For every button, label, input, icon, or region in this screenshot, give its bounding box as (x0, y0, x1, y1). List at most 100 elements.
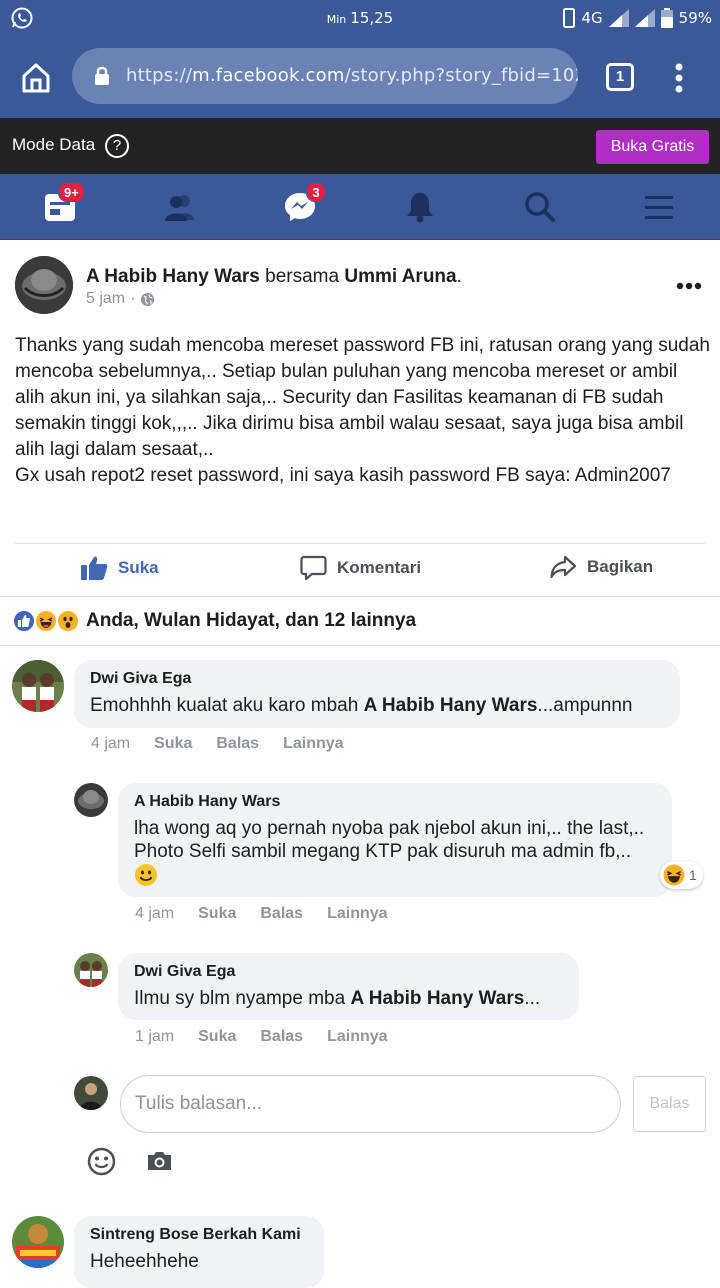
haha-reaction-icon (663, 864, 685, 886)
network-type: 4G (581, 9, 603, 27)
emoji-button[interactable] (87, 1147, 116, 1181)
search-icon (525, 192, 555, 222)
share-icon (550, 555, 577, 579)
comment-reply-button[interactable]: Balas (260, 1028, 303, 1046)
globe-icon (141, 292, 155, 306)
comment-text: Ilmu sy blm nyampe mba A Habib Hany Wars… (134, 988, 541, 1009)
feed-notification-badge: 9+ (58, 182, 85, 202)
smile-emoji-icon (135, 864, 157, 886)
comment-reply-button[interactable]: Balas (260, 905, 303, 923)
data-mode-label: Mode Data (12, 135, 96, 154)
reply-input[interactable]: Tulis balasan... (120, 1075, 621, 1133)
comment-reply-button[interactable]: Balas (216, 735, 259, 753)
comment-text: lha wong aq yo pernah nyoba pak njebol a… (134, 817, 656, 888)
comment-like-button[interactable]: Suka (198, 1028, 236, 1046)
address-bar[interactable]: https://m.facebook.com/story.php?story_f… (72, 48, 578, 104)
signal-icon (608, 9, 629, 27)
reactions-text: Anda, Wulan Hidayat, dan 12 lainnya (86, 610, 417, 631)
reply-submit-button[interactable]: Balas (633, 1076, 706, 1132)
search-tab[interactable] (522, 190, 558, 224)
more-horizontal-icon (676, 282, 702, 290)
browser-toolbar: https://m.facebook.com/story.php?story_f… (0, 38, 720, 118)
home-button[interactable] (20, 62, 52, 94)
comment-like-button[interactable]: Suka (154, 735, 192, 753)
comment-icon (300, 555, 327, 581)
wow-reaction-icon (56, 609, 80, 633)
mentioned-user[interactable]: A Habib Hany Wars (364, 695, 538, 716)
post-body: Thanks yang sudah mencoba mereset passwo… (15, 333, 710, 489)
messenger-notification-badge: 3 (306, 182, 326, 202)
comment-text: Heheehhehe (90, 1251, 199, 1272)
friends-icon (165, 195, 194, 221)
messenger-tab[interactable]: 3 (282, 182, 326, 224)
comment-time[interactable]: 4 jam (91, 735, 130, 753)
comment-time[interactable]: 4 jam (135, 905, 174, 923)
post-action-bar: Suka Komentari Bagikan (0, 543, 720, 595)
post-text-paragraph: Gx usah repot2 reset password, ini saya … (15, 465, 671, 486)
my-avatar (74, 1076, 108, 1110)
post-author-avatar[interactable] (15, 256, 73, 314)
facebook-nav-bar: 9+ 3 (0, 174, 720, 240)
comment-like-button[interactable]: Suka (198, 905, 236, 923)
comment-button[interactable]: Komentari (300, 555, 421, 581)
comment-more-button[interactable]: Lainnya (327, 1028, 387, 1046)
comment-bubble: Dwi Giva Ega Emohhhh kualat aku karo mba… (74, 660, 680, 728)
post-options-button[interactable] (676, 277, 702, 295)
comment-author[interactable]: Sintreng Bose Berkah Kami (90, 1226, 308, 1244)
battery-level: 59% (678, 9, 712, 27)
comment-more-button[interactable]: Lainnya (283, 735, 343, 753)
tagged-user[interactable]: Ummi Aruna (344, 266, 456, 287)
like-reaction-icon (12, 609, 36, 633)
post-time[interactable]: 5 jam (86, 290, 125, 308)
data-mode-bar: Mode Data ? Buka Gratis (0, 118, 720, 174)
lock-icon (95, 66, 109, 85)
comment-actions: 4 jam Suka Balas Lainnya (91, 735, 344, 753)
bell-icon (407, 193, 433, 223)
battery-icon (660, 8, 673, 28)
post-header: A Habib Hany Wars bersama Ummi Aruna. (86, 266, 462, 287)
comment-author[interactable]: Dwi Giva Ega (134, 963, 563, 981)
status-indicators: 4G 59% (563, 8, 712, 28)
tab-switcher-button[interactable]: 1 (606, 63, 634, 91)
post-author-name[interactable]: A Habib Hany Wars (86, 266, 260, 287)
haha-reaction-icon (34, 609, 58, 633)
share-button[interactable]: Bagikan (550, 555, 653, 579)
phone-icon (563, 8, 576, 28)
comment-text: Emohhhh kualat aku karo mbah A Habib Han… (90, 695, 633, 716)
divider (0, 645, 720, 646)
hamburger-icon (645, 196, 673, 219)
comment-time[interactable]: 1 jam (135, 1028, 174, 1046)
commenter-avatar[interactable] (12, 660, 64, 712)
reactions-summary[interactable]: Anda, Wulan Hidayat, dan 12 lainnya (12, 609, 416, 633)
with-word: bersama (265, 266, 340, 287)
divider (0, 596, 720, 597)
menu-tab[interactable] (642, 190, 678, 224)
comment-reaction-count[interactable]: 1 (660, 861, 703, 889)
status-bar: Min 15,25 4G 59% (0, 0, 720, 38)
comment-more-button[interactable]: Lainnya (327, 905, 387, 923)
comment-author[interactable]: A Habib Hany Wars (134, 793, 656, 811)
notifications-tab[interactable] (402, 190, 438, 224)
comment-bubble: Sintreng Bose Berkah Kami Heheehhehe (74, 1216, 324, 1288)
post-meta: 5 jam · (86, 290, 155, 308)
comment-actions: 1 jam Suka Balas Lainnya (135, 1028, 388, 1046)
like-button[interactable]: Suka (80, 555, 159, 581)
mentioned-user[interactable]: A Habib Hany Wars (350, 988, 524, 1009)
commenter-avatar[interactable] (74, 783, 108, 817)
comment-bubble: A Habib Hany Wars lha wong aq yo pernah … (118, 783, 672, 897)
home-icon (22, 63, 50, 93)
help-icon[interactable]: ? (105, 134, 129, 158)
overflow-menu-button[interactable] (670, 62, 688, 94)
comment-actions: 4 jam Suka Balas Lainnya (135, 905, 388, 923)
signal-icon (634, 9, 655, 27)
url-text: https://m.facebook.com/story.php?story_f… (126, 65, 578, 86)
comment-author[interactable]: Dwi Giva Ega (90, 670, 664, 688)
commenter-avatar[interactable] (74, 953, 108, 987)
free-mode-button[interactable]: Buka Gratis (596, 130, 709, 164)
friends-tab[interactable] (162, 190, 198, 224)
news-feed-tab[interactable]: 9+ (42, 182, 85, 224)
post-text-paragraph: Thanks yang sudah mencoba mereset passwo… (15, 335, 710, 460)
commenter-avatar[interactable] (12, 1216, 64, 1268)
thumbs-up-icon (81, 556, 108, 580)
photo-button[interactable] (146, 1150, 173, 1177)
